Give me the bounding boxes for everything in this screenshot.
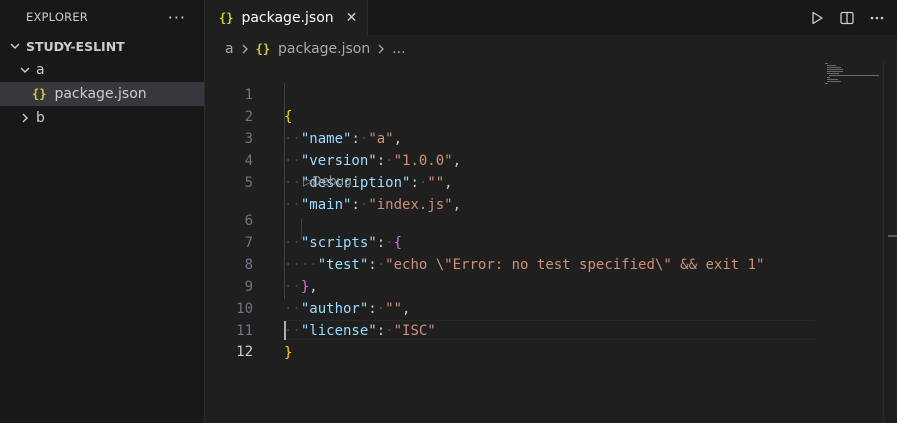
- ellipsis-icon[interactable]: [869, 10, 885, 26]
- json-file-icon: {}: [32, 87, 47, 101]
- explorer-header: EXPLORER ···: [0, 0, 204, 34]
- tree-root-label: STUDY-ESLINT: [26, 38, 125, 54]
- tree-item-label: b: [36, 110, 45, 126]
- token: }: [284, 345, 293, 361]
- code-line: 4 ··"description":·"",: [205, 128, 815, 191]
- code-line: 9 ··"author":·"",: [205, 254, 815, 317]
- ellipsis-icon[interactable]: ···: [168, 8, 186, 27]
- code-line: 2 ··"name":·"a",: [205, 84, 815, 147]
- json-file-icon: {}: [255, 42, 271, 56]
- breadcrumb-folder[interactable]: a: [225, 41, 234, 57]
- close-icon[interactable]: ✕: [346, 10, 358, 26]
- chevron-right-icon: [240, 43, 250, 55]
- tab-bar: {} package.json ✕: [205, 0, 897, 35]
- code-line: 6 ··"scripts":·{: [205, 188, 815, 251]
- tree-root-folder[interactable]: STUDY-ESLINT: [0, 34, 204, 58]
- code-line: 7 ····"test":·"echo \"Error: no test spe…: [205, 210, 815, 273]
- code-line: 8 ··},: [205, 232, 815, 295]
- breadcrumb: a {} package.json ...: [205, 35, 897, 63]
- play-icon[interactable]: [809, 10, 825, 26]
- play-icon: ▷: [303, 174, 313, 188]
- scroll-marker: [888, 235, 897, 237]
- code-line: 12: [205, 319, 815, 360]
- chevron-right-icon: [18, 112, 32, 124]
- json-file-icon: {}: [219, 10, 234, 25]
- chevron-down-icon: [8, 40, 22, 52]
- editor-actions: [809, 0, 897, 35]
- code-line: 1 {: [205, 62, 815, 125]
- tree-item-folder-b[interactable]: b: [0, 106, 204, 130]
- code-line: 10 ··"license":·"ISC": [205, 276, 815, 339]
- code-editor[interactable]: 1 { 2 ··"name":·"a", 3 ··"version":·"1.0…: [205, 61, 897, 423]
- line-number: 12: [236, 344, 253, 360]
- vscode-window: EXPLORER ··· STUDY-ESLINT a {} package.j…: [0, 0, 897, 423]
- split-editor-icon[interactable]: [839, 10, 855, 26]
- tab-package-json[interactable]: {} package.json ✕: [205, 0, 369, 35]
- tree-item-folder-a[interactable]: a: [0, 58, 204, 82]
- codelens-label: Debug: [312, 174, 352, 188]
- explorer-sidebar: EXPLORER ··· STUDY-ESLINT a {} package.j…: [0, 0, 205, 423]
- chevron-down-icon: [18, 64, 32, 76]
- code-line: 5 ··"main":·"index.js",: [205, 150, 815, 213]
- minimap[interactable]: [823, 61, 883, 101]
- chevron-right-icon: [376, 43, 386, 55]
- breadcrumb-file[interactable]: package.json: [278, 41, 370, 57]
- breadcrumb-more[interactable]: ...: [392, 41, 405, 57]
- tree-item-label: package.json: [54, 86, 147, 102]
- tree-item-label: a: [36, 62, 45, 78]
- tree-item-package-json[interactable]: {} package.json: [0, 82, 204, 106]
- text-cursor: [284, 321, 286, 340]
- code-line: 3 ··"version":·"1.0.0",: [205, 106, 815, 169]
- code-line: 11 }: [205, 298, 815, 361]
- tab-label: package.json: [241, 9, 334, 26]
- vertical-scrollbar[interactable]: [883, 61, 897, 423]
- editor-group: {} package.json ✕ a {} package.json ... …: [205, 0, 897, 423]
- explorer-title: EXPLORER: [26, 10, 88, 24]
